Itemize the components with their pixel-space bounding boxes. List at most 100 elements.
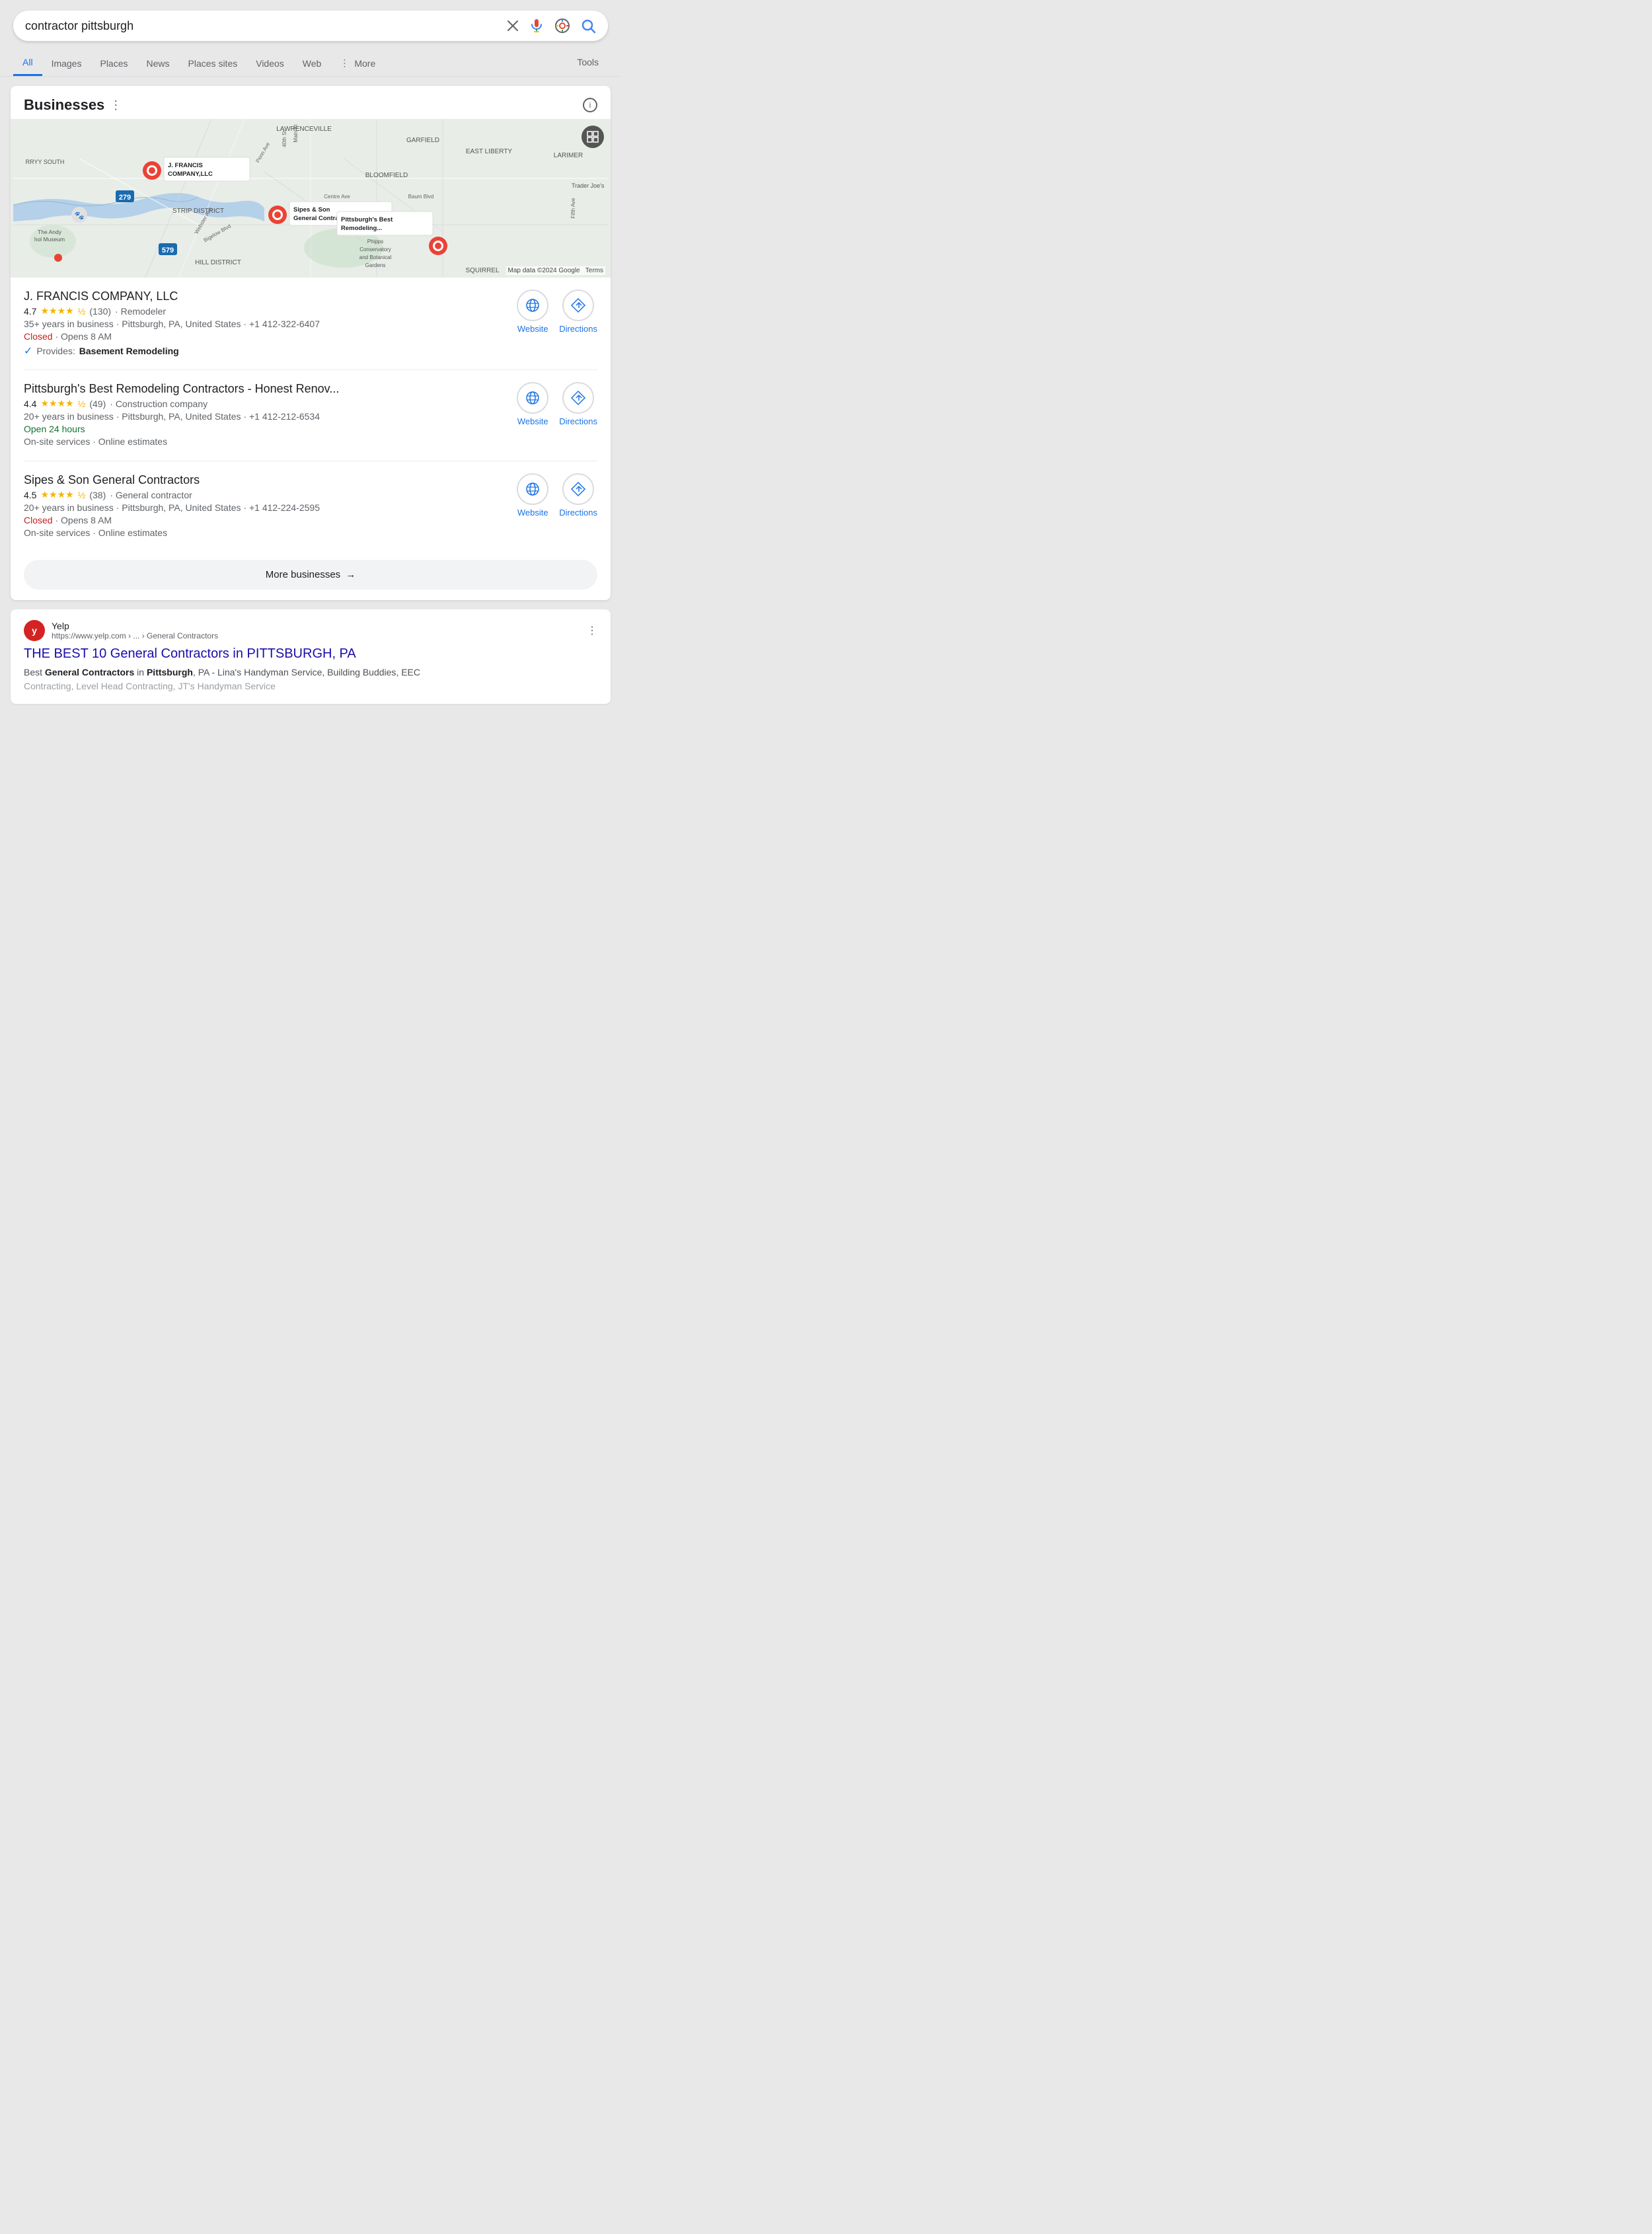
google-search-icon[interactable] xyxy=(580,18,596,34)
lens-search-icon[interactable] xyxy=(554,17,571,34)
search-input[interactable] xyxy=(25,19,506,33)
directions-icon-3 xyxy=(562,473,594,505)
business-info-1: J. FRANCIS COMPANY, LLC 4.7 ★★★★½ (130) … xyxy=(24,289,509,358)
svg-text:GARFIELD: GARFIELD xyxy=(406,137,439,144)
website-button-2[interactable]: Website xyxy=(517,382,548,449)
business-rating-3: 4.5 ★★★★½ (38) · General contractor xyxy=(24,489,509,500)
business-name-2[interactable]: Pittsburgh's Best Remodeling Contractors… xyxy=(24,382,509,396)
category-1: · Remodeler xyxy=(115,306,166,317)
tab-tools[interactable]: Tools xyxy=(568,50,608,76)
businesses-title: Businesses xyxy=(24,96,104,114)
tab-all[interactable]: All xyxy=(13,50,42,76)
business-item-1: J. FRANCIS COMPANY, LLC 4.7 ★★★★½ (130) … xyxy=(24,278,597,370)
svg-text:Gardens: Gardens xyxy=(365,262,386,268)
svg-text:EAST LIBERTY: EAST LIBERTY xyxy=(466,148,513,155)
info-icon[interactable]: i xyxy=(583,98,597,112)
stars-1: ★★★★ xyxy=(40,305,73,317)
svg-text:Baum Blvd: Baum Blvd xyxy=(408,194,434,200)
svg-text:🐾: 🐾 xyxy=(75,211,85,220)
svg-text:Remodeling...: Remodeling... xyxy=(341,225,382,232)
review-count-1: (130) xyxy=(89,306,111,317)
opens-time-1: · Opens 8 AM xyxy=(55,331,112,342)
businesses-title-row: Businesses ⋮ xyxy=(24,96,122,114)
tab-videos[interactable]: Videos xyxy=(246,50,293,76)
business-services-3: On-site services · Online estimates xyxy=(24,527,509,538)
provides-label-1: Provides: xyxy=(36,346,75,356)
status-badge-2: Open 24 hours xyxy=(24,424,85,434)
voice-search-icon[interactable] xyxy=(529,18,544,34)
yelp-title[interactable]: THE BEST 10 General Contractors in PITTS… xyxy=(24,646,597,662)
yelp-source-row: y Yelp https://www.yelp.com › ... › Gene… xyxy=(24,620,597,641)
yelp-description: Best General Contractors in Pittsburgh, … xyxy=(24,666,597,693)
directions-button-3[interactable]: Directions xyxy=(559,473,597,540)
search-bar xyxy=(13,11,608,41)
svg-text:SQUIRREL: SQUIRREL xyxy=(465,267,500,274)
action-buttons-3: Website Directions xyxy=(517,473,597,540)
rating-number-3: 4.5 xyxy=(24,490,36,500)
svg-text:279: 279 xyxy=(119,194,131,202)
arrow-right-icon: → xyxy=(346,569,356,580)
website-button-3[interactable]: Website xyxy=(517,473,548,540)
svg-text:hol Museum: hol Museum xyxy=(34,236,65,243)
svg-text:STRIP DISTRICT: STRIP DISTRICT xyxy=(172,208,224,215)
business-status-2: Open 24 hours xyxy=(24,424,509,434)
svg-text:HILL DISTRICT: HILL DISTRICT xyxy=(195,259,241,266)
category-2: · Construction company xyxy=(110,399,207,409)
businesses-card: Businesses ⋮ i xyxy=(11,86,611,600)
stars-2: ★★★★ xyxy=(40,398,73,409)
tab-places-sites[interactable]: Places sites xyxy=(179,50,247,76)
website-label-3: Website xyxy=(517,508,548,518)
website-label-1: Website xyxy=(517,324,548,334)
provides-value-1: Basement Remodeling xyxy=(79,346,179,356)
business-name-3[interactable]: Sipes & Son General Contractors xyxy=(24,473,509,487)
svg-text:Sipes & Son: Sipes & Son xyxy=(293,206,330,213)
tab-images[interactable]: Images xyxy=(42,50,91,76)
business-services-2: On-site services · Online estimates xyxy=(24,436,509,447)
action-buttons-1: Website Directions xyxy=(517,289,597,358)
website-icon-3 xyxy=(517,473,548,505)
yelp-description-text: Best General Contractors in Pittsburgh, … xyxy=(24,667,420,677)
directions-label-3: Directions xyxy=(559,508,597,518)
business-status-3: Closed · Opens 8 AM xyxy=(24,515,509,525)
map-area[interactable]: 279 579 LAWRENCEVILLE GARFIELD EAST LIBE… xyxy=(11,119,611,278)
review-count-3: (38) xyxy=(89,490,106,500)
tab-more[interactable]: ⋮ More xyxy=(330,50,385,76)
category-3: · General contractor xyxy=(110,490,192,500)
svg-text:40th St: 40th St xyxy=(282,130,287,147)
clear-icon[interactable] xyxy=(506,19,519,32)
opens-time-3: · Opens 8 AM xyxy=(55,515,112,525)
svg-text:Phipps: Phipps xyxy=(367,239,383,245)
website-icon-1 xyxy=(517,289,548,321)
map-expand-button[interactable] xyxy=(582,126,604,148)
tab-places[interactable]: Places xyxy=(91,50,137,76)
status-badge-3: Closed xyxy=(24,515,53,525)
more-businesses-label: More businesses xyxy=(266,569,340,580)
tab-news[interactable]: News xyxy=(137,50,179,76)
search-container xyxy=(0,0,621,48)
business-info-2: Pittsburgh's Best Remodeling Contractors… xyxy=(24,382,509,449)
businesses-menu-icon[interactable]: ⋮ xyxy=(110,98,122,112)
svg-text:Centre Ave: Centre Ave xyxy=(324,194,350,200)
yelp-site-name: Yelp xyxy=(52,621,580,631)
more-businesses-button[interactable]: More businesses → xyxy=(24,560,597,590)
yelp-source-info: Yelp https://www.yelp.com › ... › Genera… xyxy=(52,621,580,640)
rating-number-2: 4.4 xyxy=(24,399,36,409)
business-name-1[interactable]: J. FRANCIS COMPANY, LLC xyxy=(24,289,509,303)
status-badge-1: Closed xyxy=(24,331,53,342)
website-button-1[interactable]: Website xyxy=(517,289,548,358)
directions-button-1[interactable]: Directions xyxy=(559,289,597,358)
directions-label-1: Directions xyxy=(559,324,597,334)
svg-text:Conservatory: Conservatory xyxy=(359,247,391,252)
tab-web[interactable]: Web xyxy=(293,50,331,76)
directions-button-2[interactable]: Directions xyxy=(559,382,597,449)
yelp-description-fade: Contracting, Level Head Contracting, JT'… xyxy=(24,681,276,691)
svg-text:and Botanical: and Botanical xyxy=(359,254,392,260)
business-item-2: Pittsburgh's Best Remodeling Contractors… xyxy=(24,370,597,461)
svg-text:Main St: Main St xyxy=(293,124,299,143)
svg-text:COMPANY,LLC: COMPANY,LLC xyxy=(168,171,213,178)
yelp-menu-icon[interactable]: ⋮ xyxy=(587,624,597,637)
directions-label-2: Directions xyxy=(559,416,597,426)
svg-text:Trader Joe's: Trader Joe's xyxy=(572,182,605,189)
rating-number-1: 4.7 xyxy=(24,306,36,317)
business-list: J. FRANCIS COMPANY, LLC 4.7 ★★★★½ (130) … xyxy=(11,278,611,552)
